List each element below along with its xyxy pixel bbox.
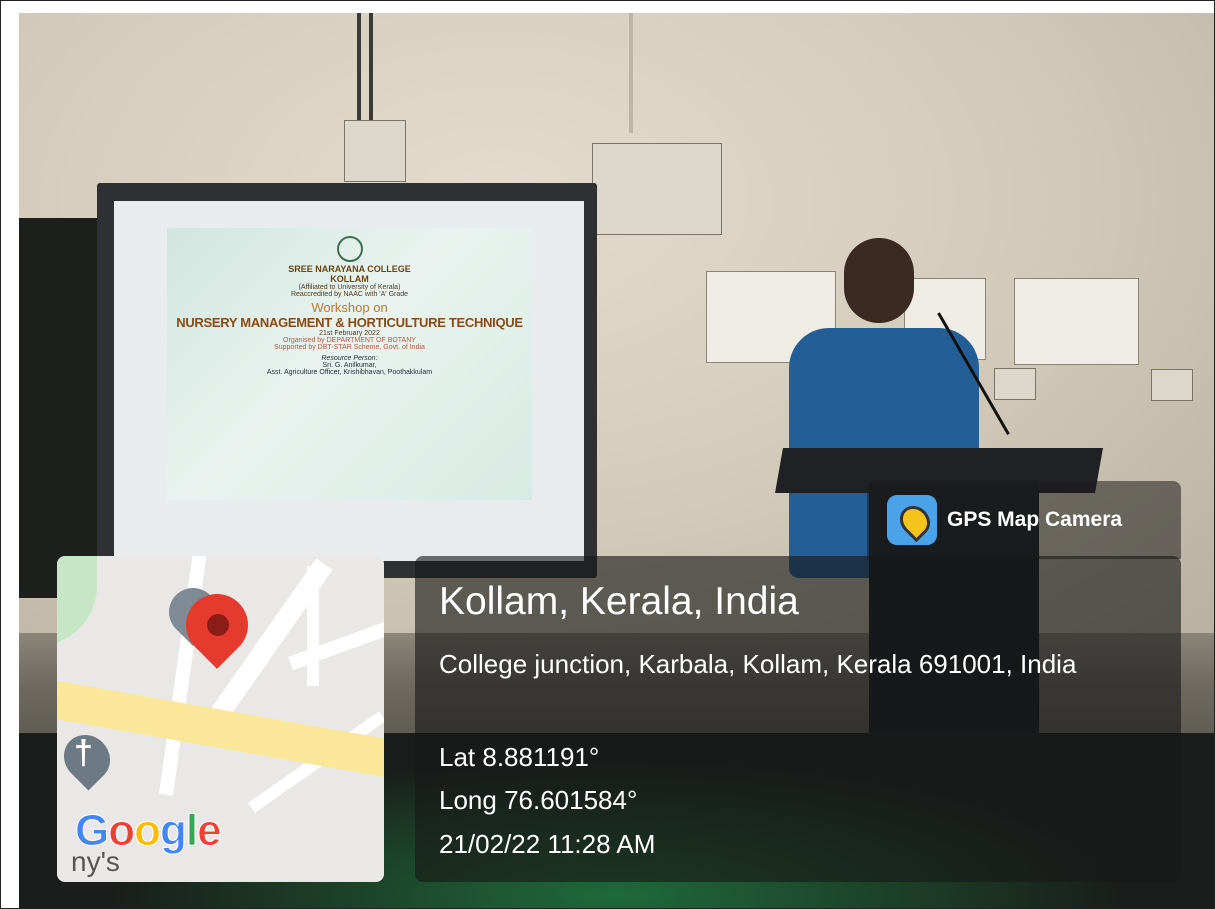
- wall-poster: [1014, 278, 1139, 365]
- map-road: [307, 566, 319, 686]
- location-address: College junction, Karbala, Kollam, Keral…: [439, 649, 1077, 679]
- conduit-pipe: [369, 13, 373, 123]
- park-area: [57, 556, 97, 646]
- gps-map-camera-icon: [887, 495, 937, 545]
- slide-accreditation: Reaccredited by NAAC with 'A' Grade: [290, 291, 409, 298]
- slide-affiliation: (Affiliated to University of Kerala): [298, 284, 401, 291]
- map-road: [288, 615, 384, 671]
- conduit-pipe: [629, 13, 633, 133]
- slide-workshop-label: Workshop on: [311, 300, 388, 315]
- college-crest-icon: [336, 236, 363, 262]
- socket-board: [994, 368, 1036, 400]
- latitude-value: Lat 8.881191°: [439, 742, 600, 772]
- location-pin-dot: [207, 614, 229, 636]
- location-mini-map: † ny's Google: [57, 556, 384, 882]
- electrical-box: [344, 120, 406, 182]
- projected-slide: SREE NARAYANA COLLEGE KOLLAM (Affiliated…: [167, 228, 532, 500]
- longitude-value: Long 76.601584°: [439, 785, 638, 815]
- slide-supported: Supported by DBT-STAR Scheme, Govt. of I…: [274, 344, 425, 351]
- location-city: Kollam, Kerala, India: [439, 580, 799, 623]
- slide-resource-role: Asst. Agriculture Officer, Krishibhavan,…: [266, 369, 433, 376]
- switch-board: [592, 143, 722, 235]
- gps-app-name: GPS Map Camera: [947, 508, 1123, 531]
- slide-resource-name: Sri. G. Anilkumar,: [322, 362, 377, 369]
- gps-app-badge: GPS Map Camera: [867, 481, 1181, 559]
- conduit-pipe: [357, 13, 361, 123]
- google-logo: Google: [74, 806, 222, 856]
- location-info-panel: Kollam, Kerala, India College junction, …: [415, 556, 1181, 882]
- capture-datetime: 21/02/22 11:28 AM: [439, 829, 656, 859]
- slide-date: 21st February 2022: [319, 330, 380, 337]
- socket-board: [1151, 369, 1193, 401]
- slide-college-name: SREE NARAYANA COLLEGE: [288, 264, 411, 274]
- slide-organised: Organised by DEPARTMENT OF BOTANY: [283, 337, 416, 344]
- chalkboard: [19, 218, 104, 598]
- cross-icon: †: [74, 734, 93, 772]
- photo-frame: SREE NARAYANA COLLEGE KOLLAM (Affiliated…: [0, 0, 1215, 909]
- speaker-head: [844, 238, 914, 323]
- slide-resource-label: Resource Person:: [321, 355, 378, 362]
- slide-workshop-title: NURSERY MANAGEMENT & HORTICULTURE TECHNI…: [176, 315, 523, 330]
- slide-college-city: KOLLAM: [330, 274, 369, 284]
